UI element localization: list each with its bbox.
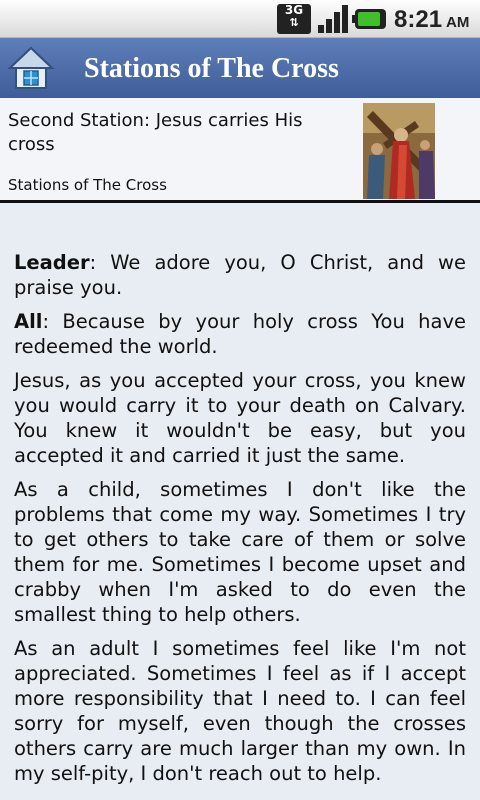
speaker-label: All: [14, 310, 43, 333]
station-header: Second Station: Jesus carries His cross …: [0, 98, 480, 203]
home-icon: [7, 46, 55, 89]
clock-time: 8:21: [394, 6, 443, 33]
paragraph: As an adult I sometimes feel like I'm no…: [14, 637, 466, 785]
station-subtitle: Stations of The Cross: [8, 176, 167, 194]
station-title: Second Station: Jesus carries His cross: [8, 110, 303, 155]
paragraph: As a child, sometimes I don't like the p…: [14, 478, 466, 626]
paragraph-text: : Because by your holy cross You have re…: [14, 310, 466, 358]
battery-charging-icon: [352, 9, 386, 29]
status-bar: 3G ⇅ 8:21 AM: [0, 0, 480, 38]
paragraph-all: All: Because by your holy cross You have…: [14, 309, 466, 359]
app-bar: Stations of The Cross: [0, 38, 480, 98]
home-button[interactable]: [7, 44, 55, 92]
data-arrows-icon: ⇅: [289, 16, 299, 29]
3g-data-icon: 3G ⇅: [277, 4, 311, 34]
signal-strength-icon: [316, 4, 348, 34]
paragraph: Jesus, as you accepted your cross, you k…: [14, 369, 466, 467]
app-title: Stations of The Cross: [84, 53, 339, 84]
paragraph-leader: Leader: We adore you, O Christ, and we p…: [14, 250, 466, 300]
clock-ampm: AM: [446, 14, 470, 31]
prayer-text: Leader: We adore you, O Christ, and we p…: [14, 250, 466, 795]
station-painting: [363, 103, 435, 199]
speaker-label: Leader: [14, 251, 90, 274]
clock: 8:21 AM: [394, 4, 469, 34]
